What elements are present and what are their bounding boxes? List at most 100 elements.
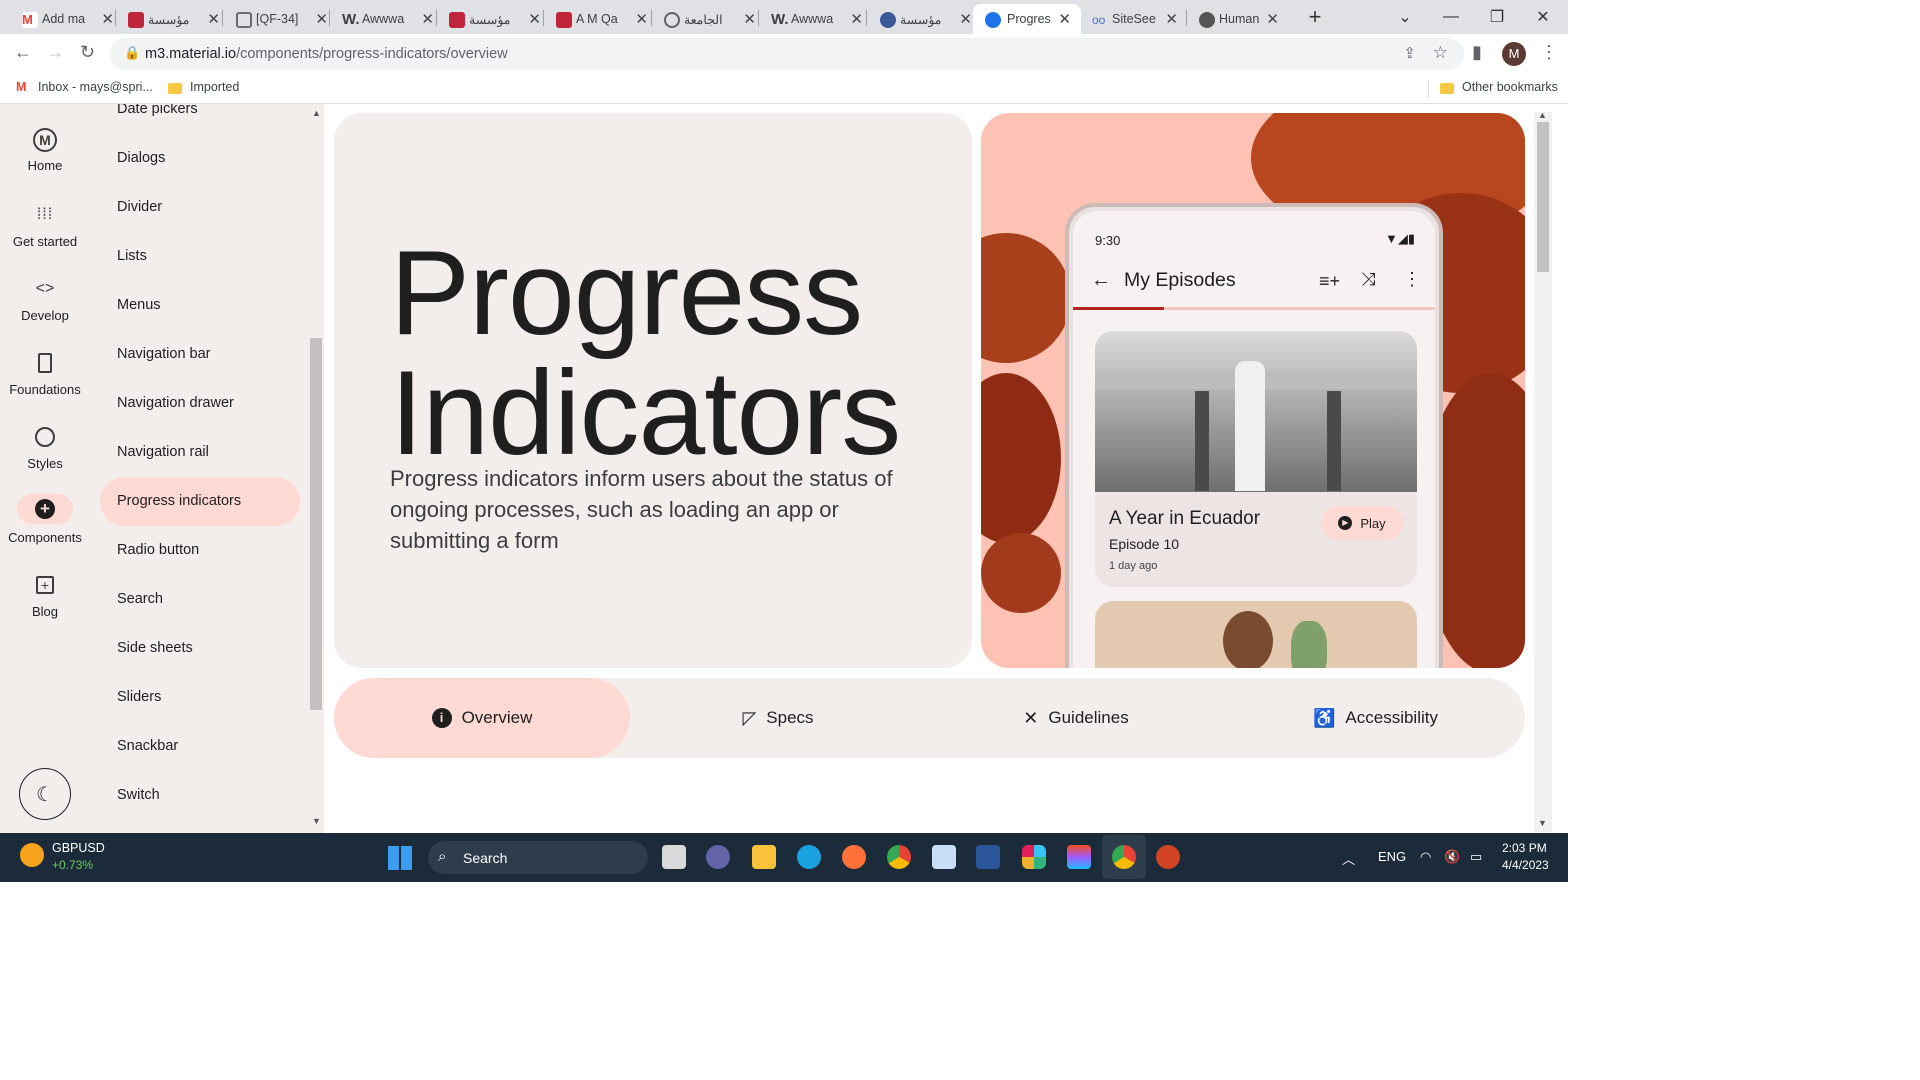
scroll-up-icon[interactable]: ▲ [1538,110,1547,120]
back-arrow-icon[interactable]: ← [14,42,32,63]
clock-time[interactable]: 2:03 PM [1502,841,1547,855]
tab-guidelines[interactable]: ✕ Guidelines [926,678,1226,758]
list-item[interactable]: Radio button [100,526,300,575]
browser-tab[interactable]: [QF-34] ✕ [236,4,328,34]
close-tab-icon[interactable]: ✕ [1165,10,1178,28]
chrome-active-icon[interactable] [1112,845,1136,869]
close-tab-icon[interactable]: ✕ [1058,10,1071,28]
list-item[interactable]: Snackbar [100,722,300,771]
rail-item-foundations[interactable]: Foundations [0,350,90,397]
close-tab-icon[interactable]: ✕ [101,10,114,28]
bookmark-other[interactable]: Other bookmarks [1462,80,1558,94]
figma-icon[interactable] [1067,845,1091,869]
close-tab-icon[interactable]: ✕ [743,10,756,28]
reload-icon[interactable]: ↻ [80,42,95,63]
rail-item-get-started[interactable]: ⁞⁞⁞ Get started [0,202,90,249]
wifi-icon[interactable]: ◠ [1420,849,1431,865]
profile-avatar[interactable]: M [1502,42,1526,66]
firefox-icon[interactable] [842,845,866,869]
rail-item-blog[interactable]: + Blog [0,572,90,619]
scroll-down-icon[interactable]: ▼ [1538,818,1547,828]
share-icon[interactable]: ⇪ [1403,44,1416,62]
play-button[interactable]: ▶ Play [1321,506,1403,540]
list-item[interactable]: Menus [100,281,300,330]
list-item[interactable]: Lists [100,232,300,281]
browser-tab[interactable]: A M Qa ✕ [556,4,648,34]
close-tab-icon[interactable]: ✕ [1266,10,1279,28]
edge-icon[interactable] [797,845,821,869]
list-item[interactable]: Dialogs [100,134,300,183]
scrollbar-thumb[interactable] [310,338,322,710]
lock-icon[interactable]: 🔒 [124,45,140,61]
list-item[interactable]: Navigation drawer [100,379,300,428]
browser-tab[interactable]: M Add ma ✕ [22,4,114,34]
close-tab-icon[interactable]: ✕ [959,10,972,28]
task-view-icon[interactable] [662,845,686,869]
taskbar-search[interactable]: ⌕ Search [428,841,648,874]
rail-item-develop[interactable]: <> Develop [0,276,90,323]
weather-widget-icon[interactable] [20,843,44,867]
rail-item-home[interactable]: M Home [0,128,90,173]
tray-chevron-icon[interactable]: ︿ [1342,849,1355,868]
browser-tab[interactable]: W. Awwwa ✕ [342,4,434,34]
sidebar-scrollbar[interactable]: ▲ ▼ [310,108,324,827]
tab-accessibility[interactable]: ♿ Accessibility [1226,678,1525,758]
language-indicator[interactable]: ENG [1378,849,1406,864]
volume-muted-icon[interactable]: 🔇 [1444,849,1460,865]
scrollbar-thumb[interactable] [1537,122,1549,272]
list-item[interactable]: Search [100,575,300,624]
list-item[interactable]: Side sheets [100,624,300,673]
browser-tab[interactable]: مؤسسة ✕ [128,4,220,34]
chrome-icon[interactable] [887,845,911,869]
close-tab-icon[interactable]: ✕ [421,10,434,28]
rail-item-components[interactable]: + Components [0,494,90,545]
browser-tab[interactable]: W. Awwwa ✕ [771,4,863,34]
browser-menu-icon[interactable]: ⋮ [1540,42,1558,63]
address-bar[interactable]: 🔒 m3.material.io/components/progress-ind… [110,38,1464,70]
new-tab-button[interactable]: + [1293,0,1337,34]
browser-tab[interactable]: مؤسسة ✕ [880,4,972,34]
list-item[interactable]: Date pickers [100,104,300,134]
battery-icon[interactable]: ▭ [1470,849,1482,865]
slack-icon[interactable] [1022,845,1046,869]
list-item[interactable]: Navigation rail [100,428,300,477]
dark-mode-toggle[interactable]: ☾ [19,768,71,820]
bookmark-star-icon[interactable]: ☆ [1433,43,1448,63]
more-vert-icon[interactable]: ⋮ [1403,269,1421,290]
page-scrollbar[interactable]: ▲ ▼ [1534,110,1552,832]
close-tab-icon[interactable]: ✕ [635,10,648,28]
scroll-up-icon[interactable]: ▲ [312,108,321,118]
bookmark-inbox[interactable]: Inbox - mays@spri... [38,80,153,94]
list-item[interactable]: Navigation bar [100,330,300,379]
file-explorer-icon[interactable] [752,845,776,869]
word-icon[interactable] [976,845,1000,869]
playlist-add-icon[interactable]: ≡+ [1319,271,1340,292]
maximize-button[interactable]: ❐ [1474,0,1520,34]
ticker-name[interactable]: GBPUSD [52,841,105,855]
browser-tab[interactable]: Human ✕ [1199,4,1279,34]
browser-tab[interactable]: oo SiteSee ✕ [1092,4,1178,34]
list-item[interactable]: Switch [100,771,300,820]
scroll-down-icon[interactable]: ▼ [312,816,321,826]
browser-tab[interactable]: الجامعة ✕ [664,4,756,34]
close-tab-icon[interactable]: ✕ [315,10,328,28]
tab-specs[interactable]: ◸ Specs [630,678,926,758]
bookmark-imported[interactable]: Imported [190,80,239,94]
browser-tab-active[interactable]: Progres ✕ [973,4,1081,34]
photos-icon[interactable] [932,845,956,869]
close-tab-icon[interactable]: ✕ [528,10,541,28]
close-tab-icon[interactable]: ✕ [850,10,863,28]
side-panel-icon[interactable]: ▮ [1472,42,1482,63]
clock-date[interactable]: 4/4/2023 [1502,858,1549,872]
tab-search-chevron-icon[interactable]: ⌄ [1382,0,1428,34]
list-item-selected[interactable]: Progress indicators [100,477,300,526]
close-window-button[interactable]: ✕ [1520,0,1566,34]
episode-card[interactable]: A Year in Ecuador Episode 10 1 day ago ▶… [1095,331,1417,587]
back-arrow-icon[interactable]: ← [1091,269,1111,292]
close-tab-icon[interactable]: ✕ [207,10,220,28]
rail-item-styles[interactable]: Styles [0,424,90,471]
powerpoint-icon[interactable] [1156,845,1180,869]
windows-start-icon[interactable] [388,846,412,870]
teams-icon[interactable] [706,845,730,869]
list-item[interactable]: Divider [100,183,300,232]
